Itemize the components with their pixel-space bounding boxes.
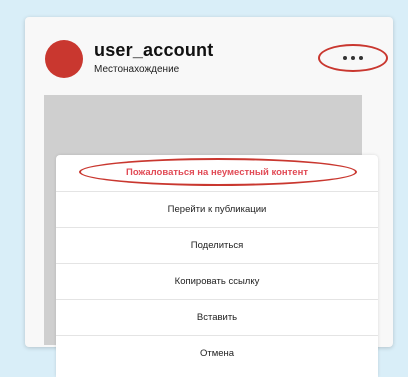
more-horizontal-icon — [359, 56, 363, 60]
options-menu: Пожаловаться на неуместный контент Перей… — [56, 155, 378, 377]
location-label[interactable]: Местонахождение — [94, 64, 179, 75]
avatar[interactable] — [45, 40, 83, 78]
menu-item-embed[interactable]: Вставить — [56, 299, 378, 334]
more-horizontal-icon — [351, 56, 355, 60]
menu-item-cancel[interactable]: Отмена — [56, 335, 378, 370]
menu-item-copy-link[interactable]: Копировать ссылку — [56, 263, 378, 298]
more-horizontal-icon — [343, 56, 347, 60]
menu-item-go-to-post[interactable]: Перейти к публикации — [56, 191, 378, 226]
username[interactable]: user_account — [94, 40, 213, 61]
more-options-button[interactable] — [318, 44, 388, 72]
menu-item-share[interactable]: Поделиться — [56, 227, 378, 262]
menu-item-report[interactable]: Пожаловаться на неуместный контент — [56, 155, 378, 190]
